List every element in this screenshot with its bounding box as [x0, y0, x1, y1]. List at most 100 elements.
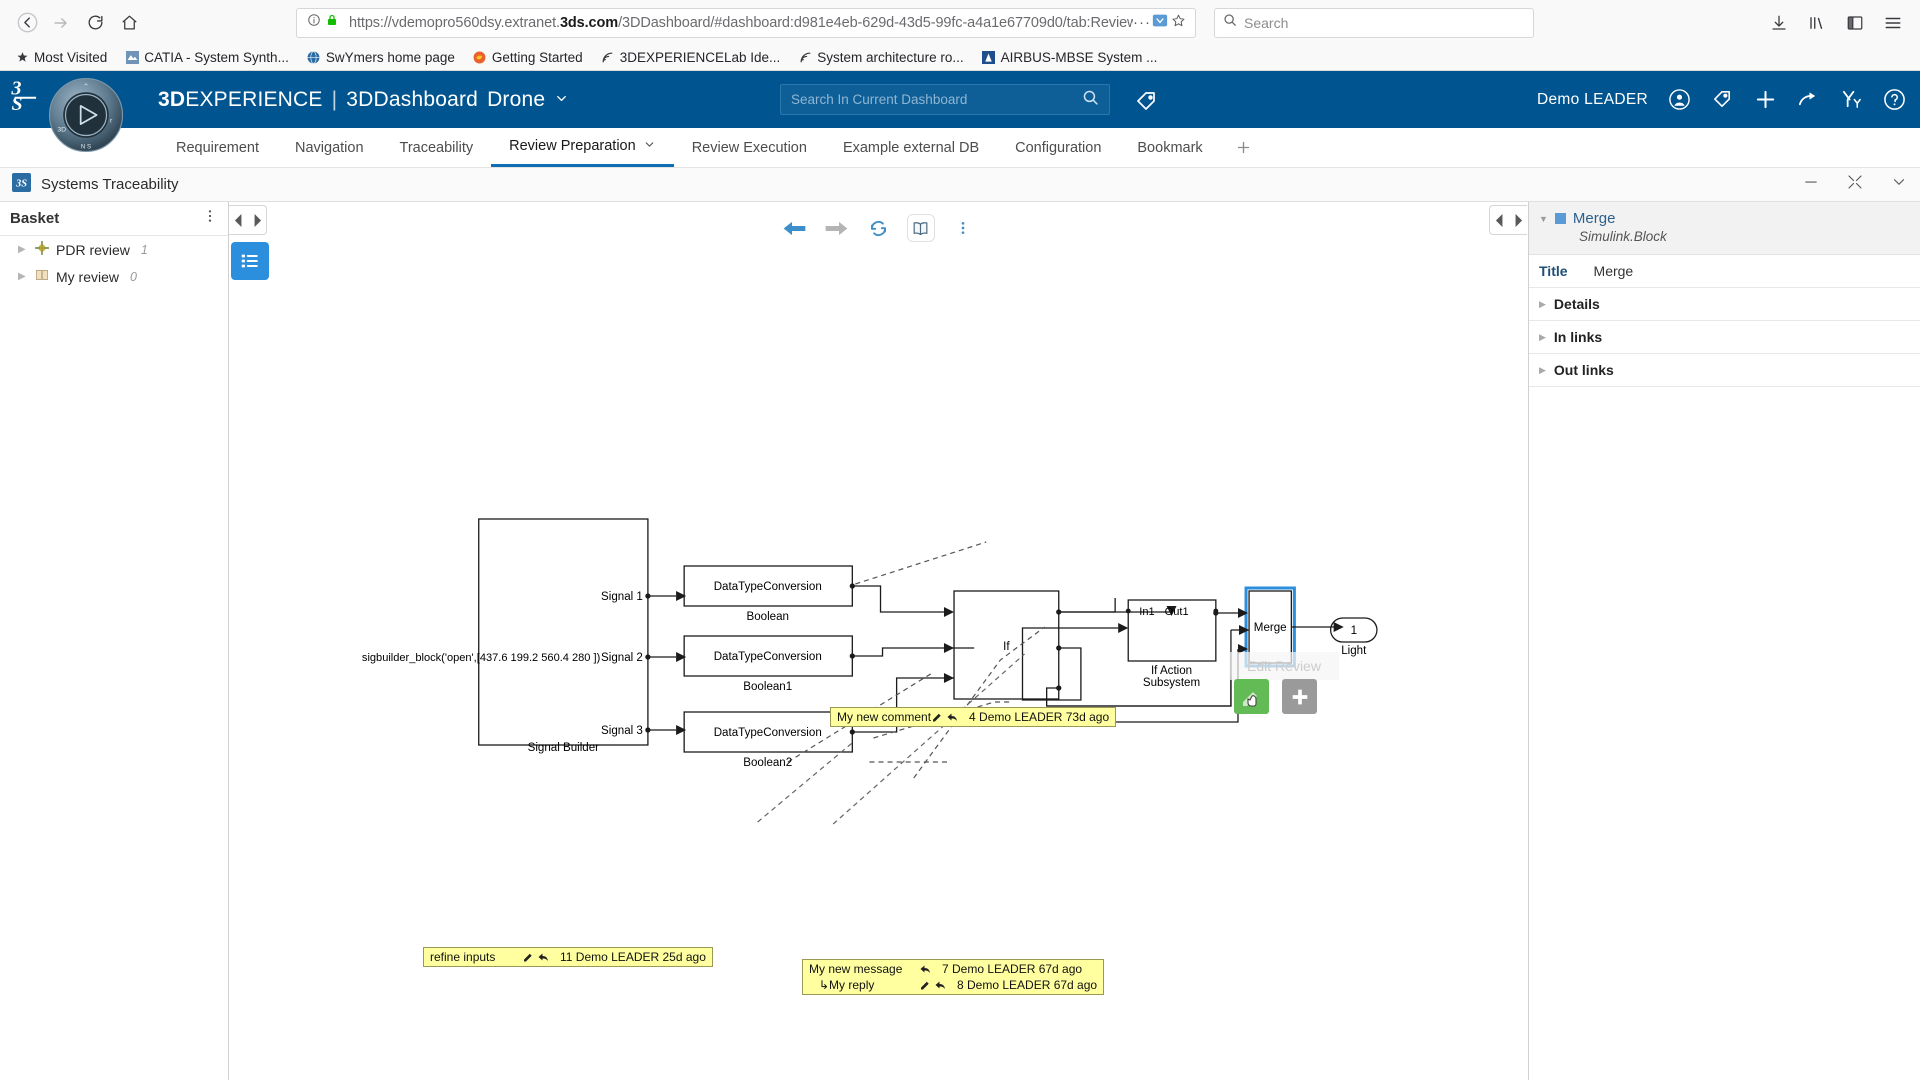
chevron-down-icon[interactable]	[1890, 173, 1908, 196]
annotation-note[interactable]: My new message 7 Demo LEADER 67d ago	[803, 960, 1103, 978]
annotation-note[interactable]: refine inputs 11 Demo LEADER 25d ago	[423, 947, 713, 967]
lock-icon	[323, 13, 341, 32]
basket-panel: Basket ▶ PDR review 1 ▶ My review 0	[0, 202, 269, 1080]
hamburger-menu-icon[interactable]	[1876, 6, 1910, 40]
annotation-note-reply[interactable]: ↳My reply 8 Demo LEADER 67d ago	[803, 978, 1103, 994]
tab-navigation[interactable]: Navigation	[277, 128, 382, 167]
brand-name: 3DEXPERIENCE	[158, 87, 323, 111]
tab-traceability[interactable]: Traceability	[382, 128, 492, 167]
back-arrow-icon[interactable]	[10, 6, 44, 40]
url-bar[interactable]: https://vdemopro560dsy.extranet.3ds.com/…	[296, 7, 1196, 38]
user-name[interactable]: Demo LEADER	[1537, 91, 1648, 109]
plus-icon[interactable]	[1753, 88, 1777, 112]
collaboration-icon[interactable]	[1839, 88, 1863, 112]
bookmark-label: SwYmers home page	[325, 50, 455, 65]
simulink-diagram[interactable]: DataTypeConversion DataTypeConversion Da…	[229, 202, 1528, 1080]
detail-title-value: Merge	[1593, 263, 1634, 279]
widget-header: 3S Systems Traceability	[0, 168, 1920, 202]
dashboard-search-input[interactable]: Search In Current Dashboard	[780, 84, 1110, 115]
search-icon	[1223, 13, 1237, 32]
bookmark-item[interactable]: AIRBUS-MBSE System ...	[975, 48, 1165, 67]
bookmark-item[interactable]: System architecture ro...	[791, 48, 970, 67]
kebab-menu-icon[interactable]	[202, 208, 218, 229]
basket-item-pdr-review[interactable]: ▶ PDR review 1	[0, 236, 228, 263]
annotation-note-group[interactable]: My new message 7 Demo LEADER 67d ago ↳My…	[802, 959, 1105, 995]
detail-section-label: In links	[1553, 329, 1603, 345]
reader-view-icon[interactable]	[1151, 14, 1169, 32]
annotation-note[interactable]: My new comment 4 Demo LEADER 73d ago	[830, 707, 1117, 727]
tab-bookmark[interactable]: Bookmark	[1119, 128, 1220, 167]
expand-caret-icon[interactable]: ▶	[18, 271, 28, 282]
app-name: 3DDashboard	[346, 87, 479, 111]
svg-text:In1: In1	[1139, 606, 1154, 618]
compass-icon[interactable]: ⌃ 3D r N S	[48, 77, 124, 153]
svg-text:DataTypeConversion: DataTypeConversion	[714, 727, 822, 739]
downloads-icon[interactable]	[1762, 6, 1796, 40]
firefox-icon	[473, 51, 487, 65]
share-icon[interactable]	[1796, 88, 1820, 112]
tag-icon[interactable]	[1710, 88, 1734, 112]
chevron-down-icon[interactable]	[643, 138, 656, 155]
note-icons[interactable]	[522, 951, 550, 963]
svg-text:Merge: Merge	[1254, 622, 1287, 634]
page-info-icon[interactable]	[305, 13, 323, 32]
left-panel-collapse-toggle[interactable]	[229, 205, 267, 235]
detail-section-details[interactable]: ▶ Details	[1529, 288, 1920, 321]
dashboard-search-placeholder: Search In Current Dashboard	[791, 92, 968, 107]
tab-review-execution[interactable]: Review Execution	[674, 128, 825, 167]
note-text: My new message	[809, 962, 903, 976]
expand-caret-icon[interactable]: ▶	[1539, 332, 1546, 343]
basket-item-my-review[interactable]: ▶ My review 0	[0, 263, 228, 290]
detail-object-name[interactable]: Merge	[1573, 210, 1616, 227]
expand-caret-icon[interactable]: ▶	[18, 244, 28, 255]
detail-section-out-links[interactable]: ▶ Out links	[1529, 354, 1920, 387]
bookmark-star-icon[interactable]	[1169, 13, 1187, 33]
home-icon[interactable]	[112, 6, 146, 40]
search-icon[interactable]	[1082, 89, 1099, 111]
minimize-icon[interactable]	[1802, 173, 1820, 196]
chevron-down-icon[interactable]	[554, 88, 569, 112]
note-meta: 8 Demo LEADER 67d ago	[957, 978, 1098, 992]
expand-caret-icon[interactable]: ▶	[1539, 365, 1546, 376]
restore-icon[interactable]	[1846, 173, 1864, 196]
tab-label: Review Preparation	[509, 138, 636, 154]
expand-caret-icon[interactable]: ▶	[1539, 299, 1546, 310]
sidebar-toggle-icon[interactable]	[1838, 6, 1872, 40]
edit-review-button[interactable]	[1234, 679, 1269, 714]
tab-requirement[interactable]: Requirement	[158, 128, 277, 167]
note-icons[interactable]	[919, 979, 947, 991]
tab-label: Navigation	[295, 139, 364, 156]
diagram-canvas[interactable]: DataTypeConversion DataTypeConversion Da…	[229, 202, 1528, 1080]
note-icons[interactable]	[919, 963, 932, 975]
widget-app-icon: 3S	[12, 172, 31, 197]
note-text: refine inputs	[430, 950, 496, 964]
add-tab-button[interactable]	[1221, 128, 1266, 167]
bookmark-item[interactable]: Most Visited	[8, 48, 114, 67]
library-icon[interactable]	[1800, 6, 1834, 40]
bookmark-item[interactable]: Getting Started	[466, 48, 590, 67]
tab-label: Requirement	[176, 139, 260, 156]
add-review-button[interactable]	[1282, 679, 1317, 714]
feed-icon	[601, 51, 615, 65]
user-icon[interactable]	[1667, 88, 1691, 112]
reload-icon[interactable]	[78, 6, 112, 40]
bookmark-item[interactable]: 3DEXPERIENCELab Ide...	[594, 48, 788, 67]
detail-section-in-links[interactable]: ▶ In links	[1529, 321, 1920, 354]
right-panel-collapse-toggle[interactable]	[1489, 205, 1527, 235]
collapse-caret-icon[interactable]: ▼	[1539, 214, 1548, 224]
app-title[interactable]: 3DEXPERIENCE | 3DDashboard Drone	[158, 88, 569, 112]
help-icon[interactable]	[1882, 88, 1906, 112]
note-icons[interactable]	[931, 711, 959, 723]
tab-configuration[interactable]: Configuration	[997, 128, 1119, 167]
bookmark-item[interactable]: SwYmers home page	[300, 48, 462, 67]
browser-search-bar[interactable]: Search	[1214, 7, 1534, 38]
page-actions-icon[interactable]: ···	[1133, 14, 1151, 31]
list-view-toggle-button[interactable]	[231, 242, 269, 280]
bookmark-item[interactable]: CATIA - System Synth...	[118, 48, 296, 67]
tab-example-external-db[interactable]: Example external DB	[825, 128, 997, 167]
detail-section-label: Out links	[1553, 362, 1614, 378]
tag-icon[interactable]	[1135, 89, 1159, 118]
app-header: 3 S ⌃ 3D r N S 3DEXPERIENCE | 3DDashboar…	[0, 71, 1920, 153]
tab-review-preparation[interactable]: Review Preparation	[491, 128, 674, 167]
widget-controls	[1802, 173, 1908, 196]
